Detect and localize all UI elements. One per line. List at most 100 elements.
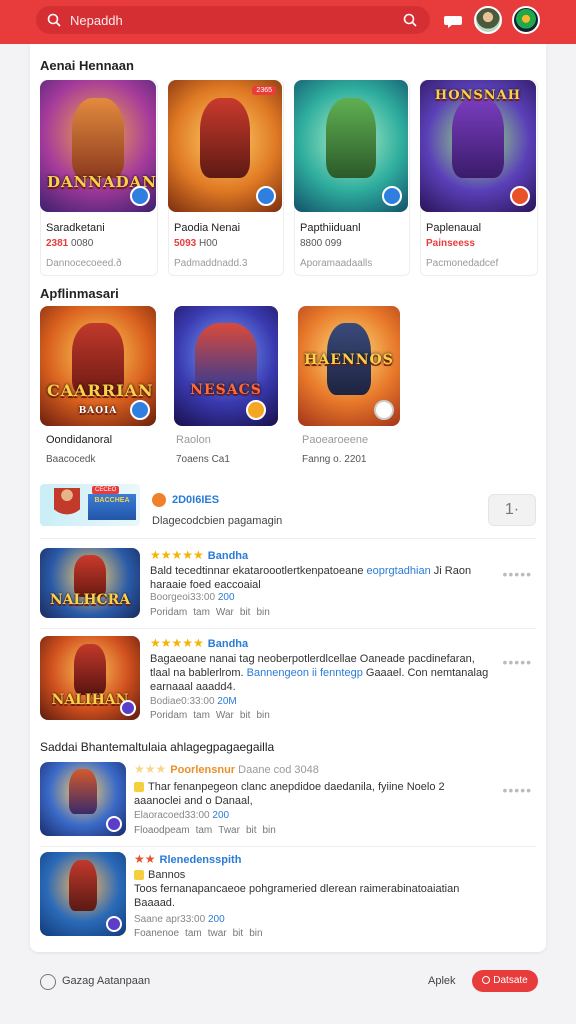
game-subtitle: Aporamaadaalls <box>300 258 373 269</box>
review-date: Elaoracoed33:00 200 <box>134 810 230 821</box>
promo-action-button[interactable]: 1· <box>488 494 536 526</box>
section-title: Aenai Hennaan <box>40 58 134 73</box>
app-title: Oondidanoral <box>46 434 113 446</box>
character-art <box>69 769 97 814</box>
app-logo: CAARRIAN <box>46 381 154 400</box>
reviewer-name: Poorlensnur <box>170 764 236 776</box>
app-card[interactable]: CAARRIAN BAOIA Oondidanoral Baacocedk <box>40 306 158 468</box>
game-logo: HONSNAH <box>434 88 522 103</box>
verified-badge-icon <box>256 186 276 206</box>
download-icon <box>482 976 491 985</box>
verified-badge-icon <box>106 816 122 832</box>
app-meta: Fanng o. 2201 <box>302 454 367 465</box>
tag-icon <box>134 782 144 793</box>
top-bar: Nepaddh <box>0 0 576 44</box>
game-price: 2381 0080 <box>46 238 94 249</box>
review-text: Thar fenanpegeon clanc anepdidoe daedani… <box>134 781 445 807</box>
game-card[interactable]: DANNADAN Saradketani 2381 0080 Dannoceco… <box>40 80 158 276</box>
game-price: Painseess <box>426 238 475 249</box>
character-art <box>74 644 106 695</box>
app-thumbnail: HAENNOS <box>298 306 400 426</box>
app-logo: NESACS <box>190 382 262 398</box>
review-actions[interactable]: Foanenoe tam twar bit bin <box>134 928 269 939</box>
reviewer-name: Bandha <box>207 550 249 562</box>
review-item[interactable]: ★★ Rlenedensspith Bannos Toos fernanapanca… <box>40 852 540 942</box>
avatar[interactable] <box>474 6 502 34</box>
more-options-icon[interactable]: ••••• <box>502 654 532 670</box>
game-thumbnail <box>294 80 408 212</box>
review-date: Saane apr33:00 200 <box>134 914 225 925</box>
search-icon <box>47 13 61 27</box>
game-title: Paodia Nenai <box>174 222 241 234</box>
game-thumbnail: HONSNAH <box>420 80 536 212</box>
divider <box>40 846 536 847</box>
reviewer-name: Bandha <box>207 638 249 650</box>
review-date: Boorgeoi33:00 200 <box>150 592 235 603</box>
review-thumbnail <box>40 852 126 936</box>
rating-stars: ★★ <box>134 852 156 866</box>
game-logo: NALHCRA <box>49 592 131 609</box>
heart-icon <box>374 400 394 420</box>
more-options-icon[interactable]: ••••• <box>502 566 532 582</box>
review-text: Bannos Toos fernanapancaeoe pohgrameried … <box>134 869 460 909</box>
review-item[interactable]: NALHCRA ★★★★★ Bandha Bald tecedtinnar eka… <box>40 548 540 620</box>
promo-character <box>54 488 80 524</box>
character-art <box>199 98 251 178</box>
profile-avatar[interactable] <box>512 6 540 34</box>
app-meta: Baacocedk <box>46 454 96 465</box>
game-subtitle: Padmaddnadd.3 <box>174 258 248 269</box>
search-submit-icon[interactable] <box>402 12 418 28</box>
search-placeholder: Nepaddh <box>70 13 123 28</box>
tag-icon <box>134 870 144 881</box>
game-title: Paplenaual <box>426 222 482 234</box>
game-thumbnail: 2365 <box>168 80 282 212</box>
game-title: Papthiiduanl <box>300 222 361 234</box>
search-input[interactable]: Nepaddh <box>36 6 430 34</box>
review-thumbnail: NALIHAN <box>40 636 140 720</box>
review-thumbnail <box>40 762 126 836</box>
emoji-badge-icon <box>246 400 266 420</box>
character-art <box>452 98 504 178</box>
app-title: Raolon <box>176 434 211 446</box>
character-art <box>325 98 377 178</box>
app-card[interactable]: HAENNOS Paoearoeene Fanng o. 2201 <box>298 306 402 468</box>
promo-tag: CECEO <box>92 486 120 494</box>
game-thumbnail: DANNADAN <box>40 80 156 212</box>
section-title: Apflinmasari <box>40 286 119 301</box>
review-header: ★★ Rlenedensspith <box>134 852 241 866</box>
promo-subtitle: Dlagecodcbien pagamagin <box>152 515 283 527</box>
rating-stars: ★★★ <box>134 762 167 776</box>
review-actions[interactable]: Floaodpeam tam Twar bit bin <box>134 825 282 836</box>
review-actions[interactable]: Poridam tam War bit bin <box>150 710 276 721</box>
review-date: Bodiae0:33:00 20M <box>150 696 237 707</box>
review-item[interactable]: NALIHAN ★★★★★ Bandha Bagaeoane nanai tag … <box>40 636 540 722</box>
game-subtitle: Pacmonedadcef <box>426 258 499 269</box>
review-text: Bagaeoane nanai tag neoberpotlerdlcellae… <box>150 653 489 693</box>
app-meta: 7oaens Ca1 <box>176 454 230 465</box>
game-card[interactable]: HONSNAH Paplenaual Painseess Pacmonedadc… <box>420 80 538 276</box>
coin-icon <box>152 493 166 507</box>
character-art <box>72 98 124 178</box>
review-actions[interactable]: Poridam tam War bit bin <box>150 607 276 618</box>
promo-label: 2D0I6IES <box>152 493 219 507</box>
chat-bubble-icon[interactable] <box>442 10 464 32</box>
review-header: ★★★★★ Bandha <box>150 548 248 562</box>
download-button[interactable]: Datsate <box>472 970 538 992</box>
game-subtitle: Dannocecoeed.ð <box>46 258 122 269</box>
more-options-icon[interactable]: ••••• <box>502 782 532 798</box>
footer-label[interactable]: Gazag Aatanpaan <box>62 975 150 987</box>
verified-badge-icon <box>510 186 530 206</box>
verified-badge-icon <box>120 700 136 716</box>
app-card[interactable]: NESACS Raolon 7oaens Ca1 <box>174 306 280 468</box>
apk-link[interactable]: Aplek <box>428 975 456 987</box>
game-card[interactable]: 2365 Paodia Nenai 5093 H00 Padmaddnadd.3 <box>168 80 284 276</box>
game-price: 8800 099 <box>300 238 342 249</box>
review-text: Bald tecedtinnar ekataroootlertkenpatoea… <box>150 565 472 591</box>
review-header: ★★★★★ Bandha <box>150 636 248 650</box>
promo-banner[interactable]: CECEO BACCHEA <box>40 484 140 526</box>
review-item[interactable]: ★★★ Poorlensnur Daane cod 3048 Thar fenan… <box>40 762 540 838</box>
section-title: Saddai Bhantemaltulaia ahlagegpagaegaill… <box>40 740 275 754</box>
game-card[interactable]: Papthiiduanl 8800 099 Aporamaadaalls <box>294 80 410 276</box>
reviewer-name: Rlenedensspith <box>159 854 242 866</box>
app-logo: HAENNOS <box>304 352 394 368</box>
